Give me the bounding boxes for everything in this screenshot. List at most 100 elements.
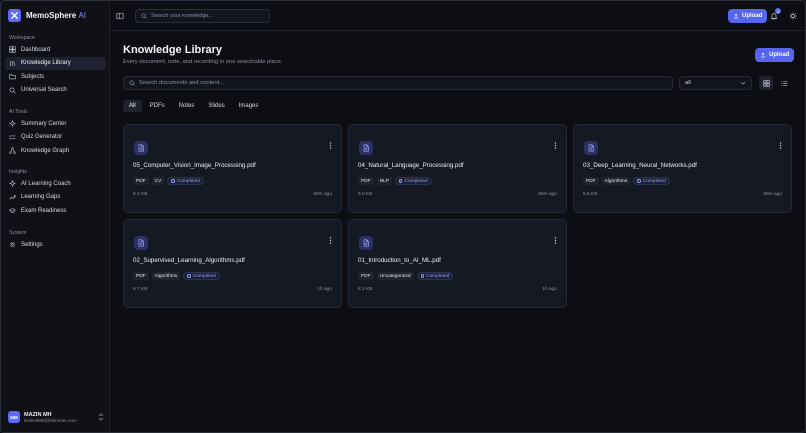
sidebar-item-label: Dashboard (21, 46, 51, 53)
sidebar-item-knowledge-library[interactable]: Knowledge Library (5, 56, 106, 70)
document-tags: PDF Algorithms Completed (133, 272, 220, 280)
app-window: MemoSphere AI Workspace Dashboard Knowledg… (0, 0, 806, 433)
sidebar-item-label: Summary Center (21, 120, 67, 127)
file-size: 6.7 KB (133, 287, 148, 292)
file-type-tag: PDF (358, 177, 374, 185)
list-icon (780, 80, 787, 86)
page-title: Knowledge Library (123, 44, 223, 56)
tab-slides[interactable]: Slides (202, 100, 230, 112)
upload-icon (733, 13, 739, 19)
list-view-button[interactable] (777, 76, 791, 90)
status-badge: Completed (394, 177, 432, 185)
sidebar-item-settings[interactable]: Settings (5, 238, 106, 252)
sidebar-item-learning-gaps[interactable]: Learning Gaps (5, 191, 106, 205)
status-check-icon (398, 179, 403, 183)
document-card[interactable]: 02_Supervised_Learning_Algorithms.pdf PD… (123, 219, 342, 308)
document-card[interactable]: 04_Natural_Language_Processing.pdf PDF N… (348, 124, 567, 213)
brand-name-text: MemoSphere (26, 11, 77, 20)
sidebar-item-label: Knowledge Library (21, 60, 71, 67)
sidebar-item-exam-readiness[interactable]: Exam Readiness (5, 204, 106, 218)
sidebar-item-dashboard[interactable]: Dashboard (5, 43, 106, 57)
graduation-cap-icon (9, 208, 16, 213)
sidebar-item-label: Exam Readiness (21, 207, 67, 214)
brand[interactable]: MemoSphere AI (8, 9, 86, 22)
library-icon (10, 60, 16, 66)
document-icon (134, 236, 148, 250)
nav-section-insights: Insights AI Learning Coach Learning Gaps Ex… (1, 167, 110, 218)
document-search-placeholder: Search documents and content... (139, 80, 225, 86)
sidebar-item-ai-learning-coach[interactable]: AI Learning Coach (5, 177, 106, 191)
sidebar-item-knowledge-graph[interactable]: Knowledge Graph (5, 144, 106, 158)
status-label: Completed (192, 273, 216, 279)
global-search-placeholder: Search your knowledge... (151, 13, 214, 19)
grid-view-button[interactable] (759, 76, 773, 90)
document-name[interactable]: 05_Computer_Vision_Image_Processing.pdf (133, 162, 256, 169)
document-name[interactable]: 01_Introduction_to_AI_ML.pdf (358, 257, 441, 264)
tab-pdfs[interactable]: PDFs (144, 100, 171, 112)
sidebar-item-label: Subjects (21, 73, 45, 80)
status-check-icon (187, 274, 191, 278)
document-card[interactable]: 01_Introduction_to_AI_ML.pdf PDF Uncateg… (348, 219, 567, 308)
nav-section-heading: AI Tools (9, 109, 28, 115)
more-options-icon[interactable] (554, 237, 557, 244)
main-content: Knowledge Library Every document, note, … (110, 31, 805, 432)
document-icon (359, 236, 373, 250)
sidebar-toggle-icon[interactable] (116, 12, 124, 20)
more-options-icon[interactable] (329, 142, 332, 149)
document-tags: PDF Algorithms Completed (583, 177, 670, 185)
gear-icon (9, 242, 16, 248)
file-type-tag: PDF (358, 272, 374, 280)
document-icon (134, 141, 148, 155)
more-options-icon[interactable] (779, 142, 782, 149)
status-label: Completed (642, 178, 666, 184)
document-icon (359, 141, 373, 155)
file-type-tag: PDF (133, 177, 149, 185)
folder-icon (9, 74, 16, 80)
status-label: Completed (176, 178, 200, 184)
sidebar-item-label: Knowledge Graph (21, 147, 70, 154)
document-card[interactable]: 03_Deep_Learning_Neural_Networks.pdf PDF… (573, 124, 792, 213)
sidebar-item-summary-center[interactable]: Summary Center (5, 117, 106, 131)
sidebar-item-label: Settings (21, 241, 43, 248)
chevron-up-down-icon[interactable] (98, 413, 104, 421)
more-options-icon[interactable] (554, 142, 557, 149)
logo-icon (8, 9, 21, 22)
global-search-input[interactable]: Search your knowledge... (135, 9, 270, 23)
subject-tag: Uncategorized (376, 272, 414, 280)
status-badge: Completed (183, 272, 220, 280)
sidebar-item-label: Learning Gaps (21, 194, 61, 201)
uploaded-time: 59m ago (313, 192, 332, 197)
status-badge: Completed (167, 177, 204, 185)
sidebar-item-universal-search[interactable]: Universal Search (5, 84, 106, 98)
status-label: Completed (426, 273, 450, 279)
tab-all[interactable]: All (123, 100, 142, 112)
sidebar-item-subjects[interactable]: Subjects (5, 70, 106, 84)
document-name[interactable]: 02_Supervised_Learning_Algorithms.pdf (133, 257, 245, 264)
document-card[interactable]: 05_Computer_Vision_Image_Processing.pdf … (123, 124, 342, 213)
document-icon (584, 141, 598, 155)
sidebar-item-quiz-generator[interactable]: Quiz Generator (5, 131, 106, 145)
brand-name: MemoSphere AI (26, 11, 86, 20)
tab-notes[interactable]: Notes (173, 100, 201, 112)
status-check-icon (420, 274, 425, 278)
chevron-down-icon (740, 81, 746, 85)
upload-button[interactable]: Upload (755, 48, 795, 62)
sun-icon[interactable] (789, 12, 797, 20)
user-profile[interactable]: MM MAZIN MH ismlei385@fishmone.com (8, 411, 104, 423)
document-name[interactable]: 03_Deep_Learning_Neural_Networks.pdf (583, 162, 697, 169)
nav-section-heading: Insights (9, 169, 27, 175)
sidebar: MemoSphere AI Workspace Dashboard Knowledg… (1, 1, 110, 432)
more-options-icon[interactable] (329, 237, 332, 244)
subject-tag: Algorithms (601, 177, 631, 185)
topbar-upload-button[interactable]: Upload (728, 9, 768, 23)
document-search-input[interactable]: Search documents and content... (123, 76, 673, 90)
search-icon (129, 80, 135, 86)
trend-icon (9, 195, 16, 200)
type-filter-select[interactable]: all (679, 76, 752, 90)
document-name[interactable]: 04_Natural_Language_Processing.pdf (358, 162, 464, 169)
tab-images[interactable]: Images (233, 100, 265, 112)
document-tags: PDF CV Completed (133, 177, 204, 185)
filter-value: all (685, 80, 691, 86)
grid-icon (762, 79, 770, 87)
file-size: 6.2 KB (133, 192, 148, 197)
